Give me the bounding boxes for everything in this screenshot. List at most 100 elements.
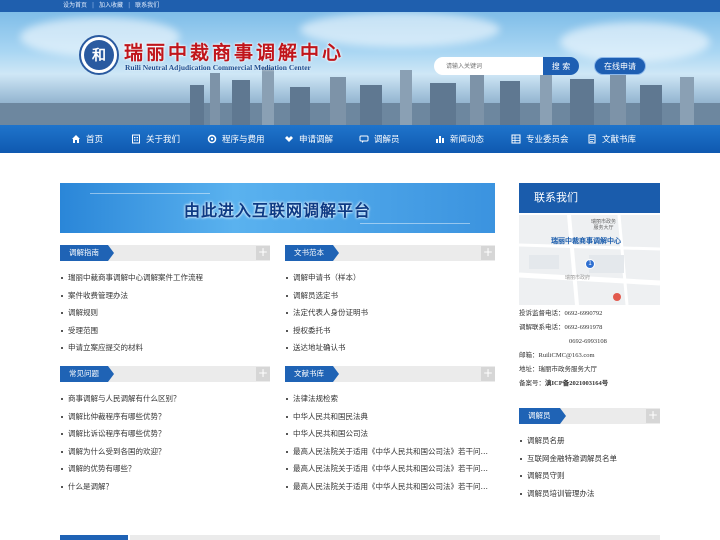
nav-label: 文献书库 (602, 135, 637, 145)
more-plus-icon[interactable]: + (256, 367, 270, 381)
list-item[interactable]: 调解员名册 (519, 432, 664, 450)
email[interactable]: 邮箱：RuiliCMC@163.com (519, 349, 669, 363)
list-item[interactable]: 调解比仲裁程序有哪些优势？ (60, 408, 270, 426)
nav-item-home[interactable]: 首页 (71, 125, 103, 153)
skyline (262, 67, 274, 125)
add-favorite-link[interactable]: 加入收藏 (99, 1, 123, 11)
icp-record: 备案号：滇ICP备2021003164号 (519, 377, 669, 391)
section-header-faq: 常见问题 + (60, 366, 270, 382)
list-item[interactable]: 调解员培训管理办法 (519, 485, 664, 503)
skyline (570, 79, 594, 125)
nav-label: 专业委员会 (526, 135, 569, 145)
nav-item-committee[interactable]: 专业委员会 (511, 125, 569, 153)
section-title: 调解员 (519, 408, 565, 424)
list-item[interactable]: 调解员选定书 (285, 287, 495, 305)
location-map[interactable]: 瑞丽市政务 服务大厅 瑞丽中裁商事调解中心 1 瑞丽市政府 (519, 215, 660, 305)
nav-item-library[interactable]: 文献书库 (587, 125, 636, 153)
list-item[interactable]: 调解为什么受到各国的欢迎？ (60, 443, 270, 461)
templates-list: 调解申请书（样本） 调解员选定书 法定代表人身份证明书 授权委托书 送达地址确认… (285, 269, 495, 357)
section-title: 文书范本 (285, 245, 339, 261)
address: 地址：瑞丽市政务服务大厅 (519, 366, 597, 373)
list-item[interactable]: 受理范围 (60, 322, 270, 340)
list-item[interactable]: 中华人民共和国民法典 (285, 408, 493, 426)
list-item[interactable]: 瑞丽中裁商事调解中心调解案件工作流程 (60, 269, 270, 287)
list-item[interactable]: 互联网金融特邀调解员名单 (519, 450, 664, 468)
skyline (500, 81, 520, 125)
nav-item-about[interactable]: 关于我们 (131, 125, 180, 153)
site-subtitle: Ruili Neutral Adjudication Commercial Me… (125, 63, 311, 72)
contact-info: 投诉监督电话：0692-6990792 调解联系电话：0692-6991978 … (519, 307, 669, 391)
map-building-label: 瑞丽市政务 服务大厅 (591, 219, 617, 231)
list-item[interactable]: 什么是调解？ (60, 478, 270, 496)
more-plus-icon[interactable]: + (481, 367, 495, 381)
skyline (210, 73, 220, 125)
list-item[interactable]: 调解员守则 (519, 467, 664, 485)
set-homepage-link[interactable]: 设为首页 (63, 1, 87, 11)
contact-us-header: 联系我们 (519, 183, 660, 213)
top-links: 设为首页 | 加入收藏 | 联系我们 (63, 1, 159, 11)
nav-item-procedures[interactable]: 程序与费用 (207, 125, 265, 153)
list-item[interactable]: 案件收费管理办法 (60, 287, 270, 305)
contact-us-link[interactable]: 联系我们 (135, 1, 159, 11)
icp-number[interactable]: 滇ICP备2021003164号 (545, 380, 608, 387)
skyline (680, 77, 694, 125)
icp-label: 备案号： (519, 380, 545, 387)
section-title: 调解指南 (60, 245, 114, 261)
list-item[interactable]: 调解申请书（样本） (285, 269, 495, 287)
internet-mediation-portal-banner[interactable]: 由此进入互联网调解平台 (60, 183, 495, 233)
list-item[interactable]: 调解的优势有哪些？ (60, 460, 270, 478)
search-button[interactable]: 搜 索 (543, 57, 579, 75)
nav-item-news[interactable]: 新闻动态 (435, 125, 484, 153)
search-input[interactable] (434, 57, 544, 75)
chat-icon (359, 135, 369, 143)
list-item[interactable]: 最高人民法院关于适用《中华人民共和国公司法》若干问题的规定 (285, 460, 493, 478)
skyline (330, 77, 346, 125)
nav-item-mediators[interactable]: 调解员 (359, 125, 400, 153)
more-plus-icon[interactable]: + (646, 409, 660, 423)
map-street-label: 瑞丽市政府 (565, 275, 591, 281)
top-bar: 设为首页 | 加入收藏 | 联系我们 (0, 0, 720, 12)
skyline (290, 87, 310, 125)
next-section-bar (130, 535, 660, 540)
list-item[interactable]: 调解规则 (60, 304, 270, 322)
list-item[interactable]: 调解比诉讼程序有哪些优势？ (60, 425, 270, 443)
faq-list: 商事调解与人民调解有什么区别？ 调解比仲裁程序有哪些优势？ 调解比诉讼程序有哪些… (60, 390, 270, 495)
guide-list: 瑞丽中裁商事调解中心调解案件工作流程 案件收费管理办法 调解规则 受理范围 申请… (60, 269, 270, 357)
grid-icon (511, 134, 521, 144)
skyline (430, 83, 456, 125)
header-banner: 和 瑞丽中裁商事调解中心 Ruili Neutral Adjudication … (0, 12, 720, 125)
nav-item-apply[interactable]: 申请调解 (284, 125, 333, 153)
list-item[interactable]: 法律法规检索 (285, 390, 493, 408)
portal-label: 由此进入互联网调解平台 (183, 201, 371, 220)
skyline (232, 80, 250, 125)
building-icon (132, 134, 140, 144)
section-title: 文献书库 (285, 366, 339, 382)
skyline (190, 85, 204, 125)
list-item[interactable]: 最高人民法院关于适用《中华人民共和国公司法》若干问题的规定 (285, 443, 493, 461)
list-item[interactable]: 法定代表人身份证明书 (285, 304, 495, 322)
section-header-templates: 文书范本 + (285, 245, 495, 261)
section-header-mediators: 调解员 + (519, 408, 660, 424)
gear-icon (207, 134, 217, 144)
nav-label: 首页 (86, 135, 104, 145)
online-apply-button[interactable]: 在线申请 (594, 57, 646, 75)
section-header-library: 文献书库 + (285, 366, 495, 382)
list-item[interactable]: 送达地址确认书 (285, 339, 495, 357)
decoration-line (90, 193, 210, 194)
list-item[interactable]: 商事调解与人民调解有什么区别？ (60, 390, 270, 408)
list-item[interactable]: 申请立案应提交的材料 (60, 339, 270, 357)
center-logo: 和 (79, 35, 119, 75)
decoration-line (360, 223, 470, 224)
nav-label: 程序与费用 (222, 135, 265, 145)
skyline (640, 85, 662, 125)
nav-label: 申请调解 (299, 135, 334, 145)
list-item[interactable]: 中华人民共和国公司法 (285, 425, 493, 443)
more-plus-icon[interactable]: + (256, 246, 270, 260)
main-nav: 首页 关于我们 程序与费用 申请调解 调解员 新闻动态 专业委员会 文献书库 (0, 125, 720, 153)
more-plus-icon[interactable]: + (481, 246, 495, 260)
list-item[interactable]: 授权委托书 (285, 322, 495, 340)
bar-chart-icon (436, 136, 444, 143)
mediation-phone-2: 0692-6993108 (569, 338, 607, 345)
mediators-list: 调解员名册 互联网金融特邀调解员名单 调解员守则 调解员培训管理办法 (519, 432, 664, 502)
list-item[interactable]: 最高人民法院关于适用《中华人民共和国公司法》若干问题的规定 (285, 478, 493, 496)
